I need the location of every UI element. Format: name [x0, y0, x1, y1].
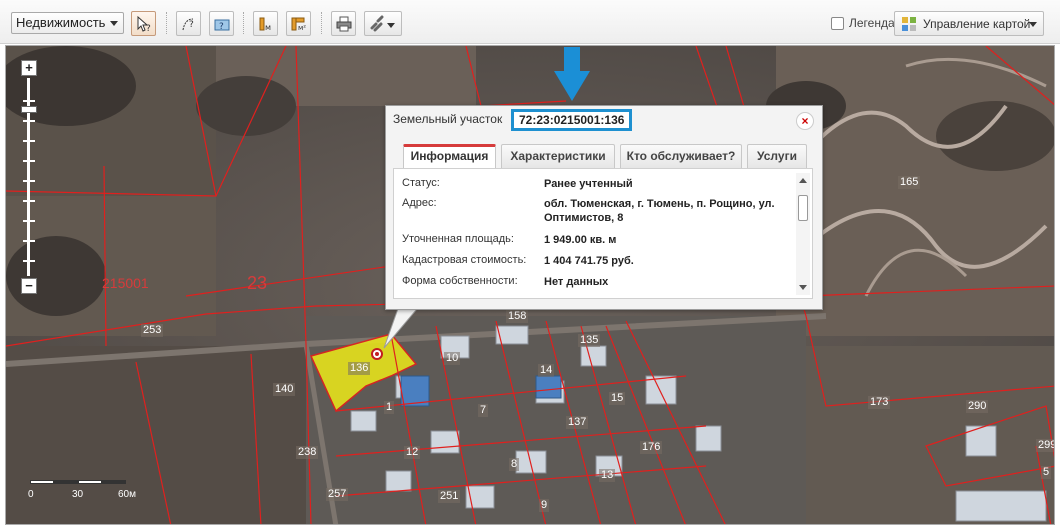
legend-label: Легенда [849, 16, 895, 30]
measure-distance-button[interactable]: м [253, 11, 278, 36]
printer-icon [336, 16, 351, 31]
parcel-label: 290 [966, 400, 989, 413]
zoom-control: + − [21, 60, 37, 294]
tab-information[interactable]: Информация [403, 144, 496, 170]
parcel-label: 14 [538, 364, 555, 377]
search-by-point-button[interactable]: ? [176, 11, 201, 36]
information-panel: Статус: Ранее учтенный Адрес: обл. Тюмен… [393, 168, 813, 299]
legend-checkbox[interactable] [831, 16, 844, 30]
link-button[interactable] [364, 11, 402, 36]
row-label: Кадастровая стоимость: [402, 254, 527, 266]
scale-label: 30 [72, 489, 84, 500]
area-ruler-icon: м² [291, 17, 306, 32]
parcel-label: 15 [609, 392, 626, 405]
identify-button[interactable]: ? [131, 11, 156, 36]
layer-select-value: Недвижимость [16, 15, 106, 30]
popup-title: Земельный участок [393, 112, 503, 126]
row-label: Уточненная площадь: [402, 233, 514, 245]
district-label: 215001 [102, 275, 149, 291]
link-icon [370, 15, 395, 31]
zoom-slider-handle[interactable] [21, 106, 37, 113]
popup-pointer [383, 303, 422, 349]
parcel-label: 173 [868, 396, 891, 409]
print-button[interactable] [331, 11, 356, 36]
parcel-label: 176 [640, 441, 663, 454]
row-value: 1 949.00 кв. м [544, 234, 617, 246]
svg-text:?: ? [146, 24, 151, 33]
vertical-scrollbar[interactable] [796, 173, 810, 295]
parcel-label: 251 [438, 490, 461, 503]
row-label: Форма собственности: [402, 275, 518, 287]
scroll-up-icon[interactable] [799, 178, 807, 183]
legend-toggle[interactable]: Легенда [831, 15, 895, 31]
scale-bar: 0 30 60м [28, 480, 150, 502]
tab-who-serves[interactable]: Кто обслуживает? [620, 144, 742, 169]
svg-text:м: м [265, 23, 271, 32]
search-by-area-button[interactable]: ? [209, 11, 234, 36]
parcel-label: 8 [509, 458, 520, 471]
scroll-thumb[interactable] [798, 195, 808, 221]
zoom-in-button[interactable]: + [21, 60, 37, 76]
zoom-out-button[interactable]: − [21, 278, 37, 294]
parcel-label: 299 [1036, 439, 1054, 452]
pointer-question-icon: ? [137, 15, 151, 33]
parcel-label: 158 [506, 310, 529, 323]
row-value: Ранее учтенный [544, 178, 633, 190]
layers-grid-icon [902, 16, 916, 31]
svg-text:м²: м² [298, 24, 306, 32]
area-question-icon: ? [214, 19, 229, 32]
row-label: Адрес: [402, 197, 437, 209]
parcel-label: 253 [141, 324, 164, 337]
scale-label: 60м [118, 489, 136, 500]
map-management-dropdown[interactable]: Управление картой [894, 11, 1044, 36]
parcel-label: 165 [898, 176, 921, 189]
measure-area-button[interactable]: м² [286, 11, 311, 36]
chevron-down-icon [110, 21, 118, 26]
block-label: 23 [247, 273, 268, 293]
layer-select[interactable]: Недвижимость [11, 12, 124, 34]
parcel-label: 257 [326, 488, 349, 501]
scale-label: 0 [28, 489, 34, 500]
tab-characteristics[interactable]: Характеристики [501, 144, 615, 169]
svg-text:?: ? [189, 20, 194, 30]
row-value: обл. Тюменская, г. Тюмень, п. Рощино, ул… [544, 198, 775, 224]
map-management-label: Управление картой [923, 16, 1031, 31]
parcel-info-popup: Земельный участок 72:23:0215001:136 × Ин… [385, 105, 823, 310]
tab-services[interactable]: Услуги [747, 144, 807, 169]
parcel-label: 5 [1041, 466, 1052, 479]
parcel-label: 1 [384, 401, 395, 414]
cadastral-number: 72:23:0215001:136 [511, 109, 633, 131]
toolbar: Недвижимость ? ? ? м м² Легенда Управлен… [0, 0, 1060, 44]
parcel-label: 12 [404, 446, 421, 459]
chevron-down-icon [1029, 22, 1037, 27]
close-button[interactable]: × [796, 112, 814, 130]
ruler-icon: м [259, 17, 271, 32]
parcel-label: 135 [578, 334, 601, 347]
arrow-down-icon [554, 47, 590, 101]
curve-question-icon: ? [182, 18, 194, 30]
parcel-label: 13 [599, 469, 616, 482]
parcel-label: 9 [539, 499, 550, 512]
row-label: Статус: [402, 177, 440, 189]
row-value: Нет данных [544, 276, 609, 288]
svg-text:?: ? [219, 22, 224, 32]
scroll-down-icon[interactable] [799, 285, 807, 290]
parcel-label: 7 [478, 404, 489, 417]
parcel-label: 10 [444, 352, 461, 365]
parcel-label: 136 [348, 362, 371, 375]
parcel-label: 140 [273, 383, 296, 396]
parcel-label: 238 [296, 446, 319, 459]
row-value: 1 404 741.75 руб. [544, 255, 634, 267]
parcel-label: 137 [566, 416, 589, 429]
